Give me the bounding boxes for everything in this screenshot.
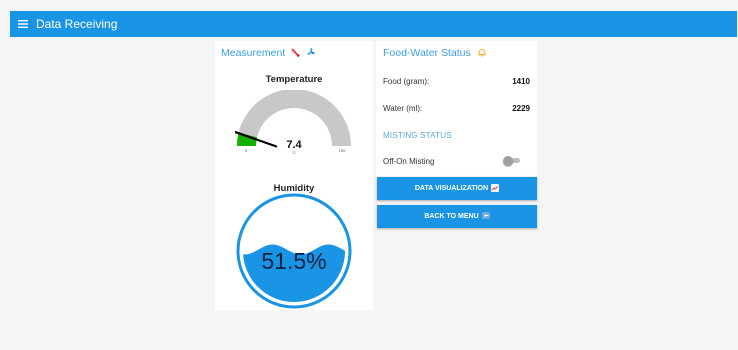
food-value: 1410 bbox=[512, 77, 530, 86]
thermometer-icon bbox=[291, 48, 300, 60]
food-label: Food (gram): bbox=[383, 77, 430, 86]
gauge-min-label: 0 bbox=[245, 148, 248, 153]
chart-icon bbox=[491, 183, 500, 194]
water-value: 2229 bbox=[512, 104, 530, 113]
gauge-max-label: 100 bbox=[339, 148, 346, 153]
measurement-title: Measurement bbox=[221, 47, 286, 59]
humidity-liquid-gauge: 51.5% bbox=[236, 193, 352, 309]
humidity-value: 51.5% bbox=[261, 248, 326, 274]
measurement-header: Measurement bbox=[221, 47, 316, 60]
app-bar: Data Receiving bbox=[10, 11, 737, 37]
measurement-card: Measurement Temperature 7.4 °C 0 100 Hum… bbox=[215, 41, 373, 310]
temperature-gauge: 7.4 °C 0 100 bbox=[235, 90, 351, 154]
food-row: Food (gram): 1410 bbox=[383, 77, 530, 86]
app-title: Data Receiving bbox=[36, 17, 118, 31]
temperature-label: Temperature bbox=[265, 74, 323, 85]
food-water-title: Food-Water Status bbox=[383, 47, 471, 59]
misting-row: Off-On Misting bbox=[383, 155, 530, 166]
fan-icon bbox=[306, 47, 316, 60]
misting-toggle[interactable] bbox=[503, 155, 520, 166]
food-water-card: Food-Water Status Food (gram): 1410 Wate… bbox=[376, 41, 537, 176]
data-visualization-button[interactable]: DATA VISUALIZATION bbox=[377, 177, 537, 200]
return-icon bbox=[481, 212, 490, 221]
bell-icon bbox=[477, 48, 487, 60]
temperature-value: 7.4 bbox=[286, 139, 302, 151]
back-to-menu-label: BACK TO MENU bbox=[424, 213, 479, 220]
data-visualization-label: DATA VISUALIZATION bbox=[414, 185, 489, 192]
food-water-header: Food-Water Status bbox=[383, 47, 487, 60]
water-label: Water (ml): bbox=[383, 104, 423, 113]
water-row: Water (ml): 2229 bbox=[383, 104, 530, 113]
misting-status-title: MISTING STATUS bbox=[383, 131, 452, 140]
temperature-unit: °C bbox=[292, 151, 296, 154]
toggle-thumb bbox=[503, 155, 513, 166]
back-to-menu-button[interactable]: BACK TO MENU bbox=[377, 205, 537, 228]
misting-label: Off-On Misting bbox=[383, 157, 435, 166]
hamburger-menu-icon[interactable] bbox=[10, 11, 36, 37]
